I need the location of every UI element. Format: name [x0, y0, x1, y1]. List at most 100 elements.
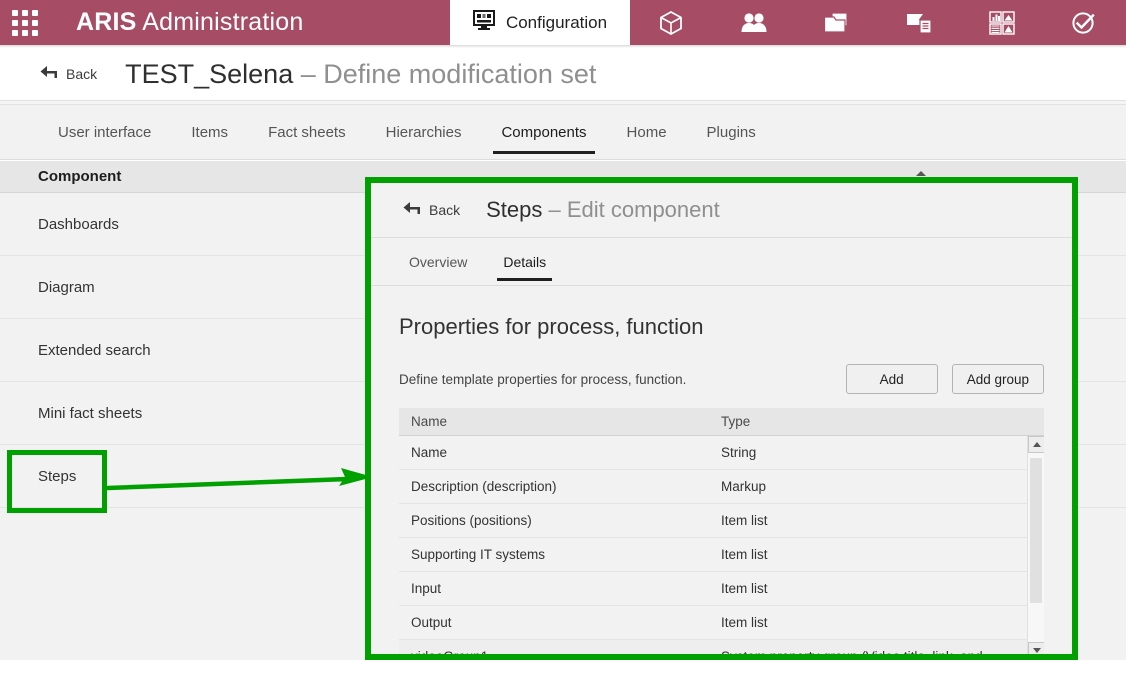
- page-header: Back TEST_Selena – Define modification s…: [0, 48, 1126, 100]
- package-cube-icon[interactable]: [630, 0, 713, 45]
- tab-user-interface[interactable]: User interface: [38, 105, 171, 160]
- tab-items[interactable]: Items: [171, 105, 248, 160]
- panel-title-subtitle: Edit component: [566, 197, 720, 222]
- panel-tab-details[interactable]: Details: [485, 238, 564, 286]
- tab-label: Fact sheets: [268, 123, 346, 141]
- tab-configuration-label: Configuration: [505, 12, 608, 32]
- add-button[interactable]: Add: [845, 364, 938, 394]
- table-row[interactable]: Positions (positions) Item list: [399, 504, 1044, 538]
- tab-home[interactable]: Home: [607, 105, 687, 160]
- list-item-label: Mini fact sheets: [38, 404, 143, 422]
- panel-title-strong: Steps: [486, 197, 543, 222]
- tab-label: Home: [626, 123, 667, 141]
- edit-component-panel: Back Steps – Edit component Overview Det…: [365, 177, 1078, 660]
- panel-back-button[interactable]: Back: [401, 200, 460, 221]
- sort-ascending-caret-icon[interactable]: [916, 171, 926, 176]
- panel-header: Back Steps – Edit component: [371, 183, 1072, 238]
- panel-title-separator: –: [542, 197, 567, 222]
- add-group-button-label: Add group: [966, 371, 1029, 387]
- tab-label: Components: [501, 123, 587, 141]
- app-screen: ARIS Administration Configuration Back T…: [0, 0, 1126, 696]
- table-row[interactable]: Input Item list: [399, 572, 1044, 606]
- server-monitor-icon: [472, 10, 495, 35]
- back-label: Back: [66, 66, 98, 82]
- tab-components[interactable]: Components: [481, 105, 606, 160]
- add-group-button[interactable]: Add group: [951, 364, 1044, 394]
- cell-type: Item list: [721, 615, 768, 630]
- table-body: Name String Description (description) Ma…: [399, 436, 1044, 659]
- add-button-label: Add: [879, 371, 904, 387]
- scroll-up-caret-icon[interactable]: [1028, 436, 1044, 453]
- list-item-label: Dashboards: [38, 215, 119, 233]
- check-circle-icon[interactable]: [1043, 0, 1126, 45]
- brand-rest: Administration: [136, 8, 304, 36]
- cell-name: Output: [411, 615, 452, 630]
- cell-name: Description (description): [411, 479, 557, 494]
- topbar-left-section: ARIS Administration: [0, 0, 450, 45]
- table-header-row: Name Type: [399, 408, 1044, 436]
- section-description: Define template properties for process, …: [399, 371, 687, 387]
- panel-tab-strip: Overview Details: [371, 238, 1072, 286]
- tab-label: Hierarchies: [385, 123, 462, 141]
- section-title: Properties for process, function: [399, 314, 704, 339]
- scroll-down-caret-icon[interactable]: [1028, 642, 1044, 654]
- page-bottom-area: [0, 660, 1126, 696]
- tab-configuration[interactable]: Configuration: [450, 0, 630, 45]
- tab-label: Items: [191, 123, 229, 141]
- panel-body: Properties for process, function Define …: [371, 286, 1072, 654]
- topbar-icon-group: [630, 0, 1126, 45]
- column-header-name[interactable]: Name: [399, 414, 717, 429]
- flag-document-icon[interactable]: [878, 0, 961, 45]
- tab-fact-sheets[interactable]: Fact sheets: [248, 105, 366, 160]
- page-title-strong: TEST_Selena: [125, 58, 294, 89]
- tab-label: User interface: [58, 123, 152, 141]
- section-buttons: Add Add group: [845, 364, 1044, 394]
- column-header-type[interactable]: Type: [717, 414, 1044, 429]
- panel-tab-overview[interactable]: Overview: [391, 238, 485, 286]
- list-item-label: Diagram: [38, 278, 95, 296]
- table-scrollbar[interactable]: [1027, 436, 1044, 654]
- page-title: TEST_Selena – Define modification set: [125, 59, 596, 90]
- section-action-row: Define template properties for process, …: [399, 364, 1044, 394]
- cell-name: Positions (positions): [411, 513, 532, 528]
- panel-tab-label: Details: [503, 253, 547, 270]
- top-navigation-bar: ARIS Administration Configuration: [0, 0, 1126, 45]
- brand-bold: ARIS: [76, 8, 137, 36]
- page-title-subtitle: Define modification set: [323, 58, 597, 89]
- list-item-label: Steps: [38, 467, 77, 485]
- table-row[interactable]: videoGroup1 System property group (Video…: [399, 640, 1044, 659]
- tab-label: Plugins: [706, 123, 756, 141]
- scrollbar-thumb[interactable]: [1030, 458, 1042, 603]
- apps-grid-icon[interactable]: [12, 9, 38, 36]
- cell-name: videoGroup1: [411, 649, 489, 659]
- back-button[interactable]: Back: [38, 64, 97, 85]
- properties-table: Name Type Name String Description (descr…: [399, 408, 1044, 659]
- cell-type: Item list: [721, 513, 768, 528]
- dashboard-grid-icon[interactable]: [960, 0, 1043, 45]
- cell-type: Item list: [721, 581, 768, 596]
- back-arrow-icon: [401, 200, 421, 221]
- cell-name: Name: [411, 445, 448, 460]
- documents-stack-icon[interactable]: [795, 0, 878, 45]
- tab-hierarchies[interactable]: Hierarchies: [366, 105, 482, 160]
- cell-type: String: [721, 445, 757, 460]
- cell-type: System property group (Video title, link…: [721, 649, 983, 659]
- cell-name: Input: [411, 581, 442, 596]
- table-row[interactable]: Supporting IT systems Item list: [399, 538, 1044, 572]
- panel-back-label: Back: [429, 202, 461, 218]
- back-arrow-icon: [38, 64, 58, 85]
- component-column-header: Component: [38, 168, 122, 185]
- cell-type: Markup: [721, 479, 767, 494]
- users-group-icon[interactable]: [713, 0, 796, 45]
- list-item-label: Extended search: [38, 341, 151, 359]
- section-tab-strip: User interface Items Fact sheets Hierarc…: [0, 105, 1126, 160]
- table-row[interactable]: Output Item list: [399, 606, 1044, 640]
- panel-title: Steps – Edit component: [486, 197, 720, 223]
- table-row[interactable]: Name String: [399, 436, 1044, 470]
- table-row[interactable]: Description (description) Markup: [399, 470, 1044, 504]
- app-brand-title: ARIS Administration: [76, 8, 304, 37]
- panel-tab-label: Overview: [409, 253, 468, 270]
- tab-plugins[interactable]: Plugins: [687, 105, 776, 160]
- cell-type: Item list: [721, 547, 768, 562]
- page-title-separator: –: [293, 58, 324, 89]
